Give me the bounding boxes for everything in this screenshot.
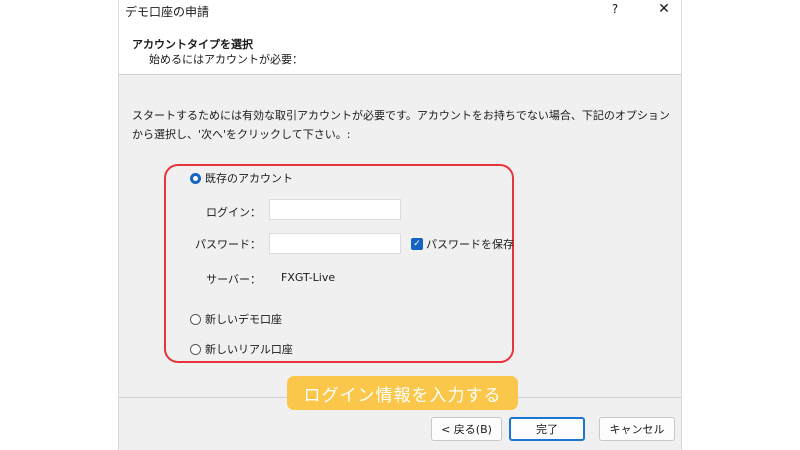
login-label: ログイン：	[206, 206, 261, 219]
radio-new-real-label: 新しいリアル口座	[205, 343, 293, 356]
back-button[interactable]: < 戻る(B)	[431, 417, 502, 441]
help-button[interactable]: ?	[606, 2, 624, 16]
description-text: スタートするためには有効な取引アカウントが必要です。アカウントをお持ちでない場合…	[132, 109, 670, 141]
dialog-header: アカウントタイプを選択 始めるにはアカウントが必要：	[119, 22, 681, 75]
finish-button[interactable]: 完了	[509, 417, 585, 441]
radio-existing-account[interactable]: 既存のアカウント	[190, 170, 293, 186]
radio-checked-icon	[190, 172, 201, 184]
checkbox-checked-icon: ✓	[411, 238, 423, 250]
radio-new-real[interactable]: 新しいリアル口座	[190, 341, 293, 357]
window-title: デモ口座の申請	[125, 5, 210, 19]
login-input[interactable]	[269, 199, 401, 220]
radio-new-demo-label: 新しいデモ口座	[205, 313, 282, 326]
highlight-annotation-box	[164, 164, 514, 363]
demo-account-dialog: デモ口座の申請 ? ✕ アカウントタイプを選択 始めるにはアカウントが必要： ス…	[118, 0, 682, 450]
server-label: サーバー：	[206, 273, 261, 286]
password-label: パスワード：	[195, 238, 261, 251]
close-icon[interactable]: ✕	[654, 1, 674, 17]
cancel-button[interactable]: キャンセル	[599, 417, 675, 441]
callout-label: ログイン情報を入力する	[287, 376, 518, 410]
radio-existing-label: 既存のアカウント	[205, 172, 293, 185]
header-subtitle: 始めるにはアカウントが必要：	[149, 53, 303, 66]
password-input[interactable]	[269, 233, 401, 254]
radio-new-demo[interactable]: 新しいデモ口座	[190, 311, 282, 327]
radio-unchecked-icon	[190, 313, 201, 325]
server-value: FXGT-Live	[281, 271, 336, 284]
header-title: アカウントタイプを選択	[132, 38, 253, 51]
save-password-label: パスワードを保存	[426, 238, 514, 251]
title-bar: デモ口座の申請 ? ✕	[119, 0, 681, 22]
radio-unchecked-icon	[190, 343, 201, 355]
save-password-checkbox[interactable]: ✓ パスワードを保存	[411, 236, 514, 252]
